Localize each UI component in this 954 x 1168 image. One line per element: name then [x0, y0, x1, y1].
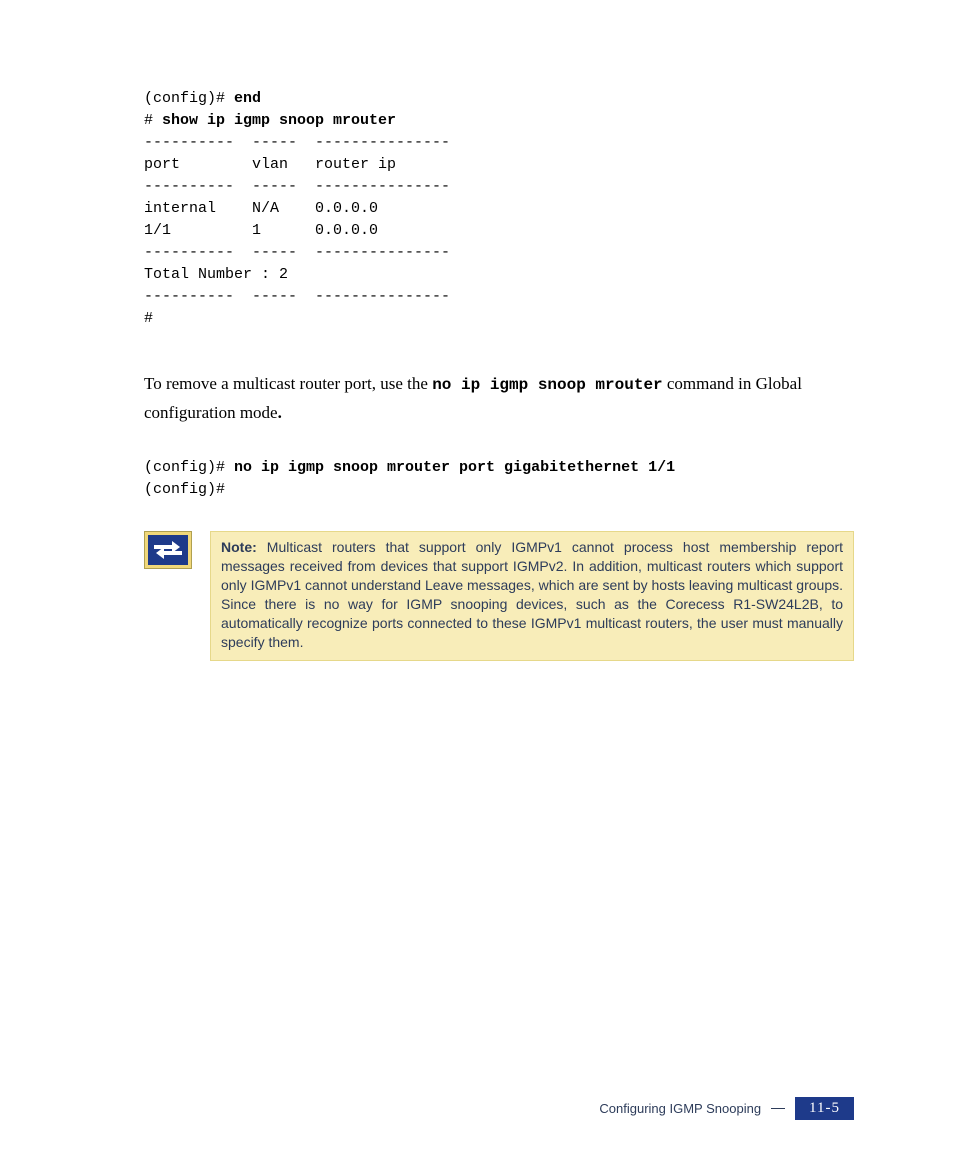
sep: ---------- ----- ---------------	[144, 134, 450, 151]
code-block-1: (config)# end # show ip igmp snoop mrout…	[144, 88, 854, 330]
header-row: port vlan router ip	[144, 156, 396, 173]
note-container: Note: Multicast routers that support onl…	[144, 531, 854, 661]
inline-command: no ip igmp snoop mrouter	[432, 376, 662, 394]
prompt: #	[144, 112, 162, 129]
row-port: 1/1 1 0.0.0.0	[144, 222, 378, 239]
command-end: end	[234, 90, 261, 107]
note-box: Note: Multicast routers that support onl…	[210, 531, 854, 661]
note-body: Multicast routers that support only IGMP…	[221, 539, 843, 650]
note-label: Note:	[221, 539, 257, 555]
command-no: no ip igmp snoop mrouter port gigabiteth…	[234, 459, 675, 476]
command-show: show ip igmp snoop mrouter	[162, 112, 396, 129]
prompt: #	[144, 310, 153, 327]
footer-caption: Configuring IGMP Snooping	[599, 1101, 761, 1116]
arrows-icon	[152, 539, 184, 561]
total: Total Number : 2	[144, 266, 288, 283]
footer-dash	[771, 1108, 785, 1109]
para-text-1: To remove a multicast router port, use t…	[144, 374, 432, 393]
sep: ---------- ----- ---------------	[144, 178, 450, 195]
sep: ---------- ----- ---------------	[144, 288, 450, 305]
page-number-badge: 11-5	[795, 1097, 854, 1120]
remove-router-paragraph: To remove a multicast router port, use t…	[144, 370, 854, 427]
sep: ---------- ----- ---------------	[144, 244, 450, 261]
page-content: (config)# end # show ip igmp snoop mrout…	[0, 0, 954, 661]
row-internal: internal N/A 0.0.0.0	[144, 200, 378, 217]
note-icon	[144, 531, 192, 569]
prompt: (config)#	[144, 459, 234, 476]
para-period: .	[278, 403, 282, 422]
page-footer: Configuring IGMP Snooping 11-5	[599, 1097, 854, 1120]
code-block-2: (config)# no ip igmp snoop mrouter port …	[144, 457, 854, 501]
prompt: (config)#	[144, 481, 225, 498]
prompt: (config)#	[144, 90, 234, 107]
